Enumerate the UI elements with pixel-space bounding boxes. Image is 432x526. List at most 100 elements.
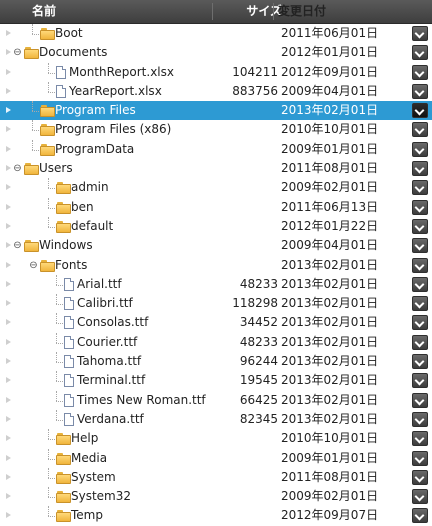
tree-connector [32, 139, 33, 150]
tree-row[interactable]: Program Files 2013年02月01日 [0, 101, 432, 121]
row-indicator-icon [6, 415, 11, 422]
tree-connector [48, 72, 55, 74]
item-name: Verdana.ttf [77, 411, 144, 426]
column-divider[interactable] [212, 3, 213, 20]
tree-row[interactable]: ProgramData 2009年01月01日 [0, 139, 432, 159]
file-icon [64, 393, 74, 407]
item-modified-date: 2013年02月01日 [281, 257, 379, 272]
row-dropdown-button[interactable] [412, 218, 428, 234]
tree-row[interactable]: Boot 2011年06月01日 [0, 24, 432, 43]
row-dropdown-button[interactable] [412, 450, 428, 466]
row-indicator-icon [6, 126, 11, 133]
row-dropdown-button[interactable] [412, 257, 428, 273]
tree-row[interactable]: ⊖ Windows 2009年04月01日 [0, 236, 432, 255]
row-dropdown-button[interactable] [412, 354, 428, 370]
row-dropdown-button[interactable] [412, 26, 428, 41]
tree-connector [56, 274, 57, 285]
tree-connector [48, 226, 55, 228]
collapse-icon[interactable]: ⊖ [13, 48, 22, 58]
row-dropdown-button[interactable] [412, 199, 428, 215]
column-header-date[interactable]: 変更日付 [278, 0, 326, 23]
item-size-cell [218, 24, 278, 43]
tree-connector [48, 497, 55, 499]
row-dropdown-button[interactable] [412, 103, 428, 119]
row-dropdown-button[interactable] [412, 469, 428, 485]
item-modified-date: 2009年02月01日 [281, 180, 379, 195]
tree-connector [48, 516, 55, 518]
tree-row[interactable]: Temp 2012年09月07日 [0, 506, 432, 525]
tree-row[interactable]: default 2012年01月22日 [0, 216, 432, 236]
row-dropdown-button[interactable] [412, 64, 428, 80]
tree-row[interactable]: ben 2011年06月13日 [0, 197, 432, 217]
row-dropdown-button[interactable] [412, 392, 428, 408]
column-divider[interactable] [273, 3, 274, 20]
tree-row[interactable]: System32 2009年02月01日 [0, 487, 432, 506]
column-header-name[interactable]: 名前 [32, 0, 56, 23]
item-modified-date: 2009年04月01日 [281, 238, 379, 253]
tree-row[interactable]: Consolas.ttf 34452 2013年02月01日 [0, 313, 432, 332]
tree-row[interactable]: Verdana.ttf 82345 2013年02月01日 [0, 409, 432, 429]
row-indicator-icon [6, 493, 11, 500]
folder-icon [40, 124, 56, 137]
row-dropdown-button[interactable] [412, 180, 428, 196]
collapse-icon[interactable]: ⊖ [13, 164, 22, 174]
item-size: 34452 [239, 315, 278, 330]
row-dropdown-button[interactable] [412, 315, 428, 331]
row-dropdown-button[interactable] [412, 296, 428, 312]
tree-row[interactable]: Tahoma.ttf 96244 2013年02月01日 [0, 352, 432, 371]
row-dropdown-button[interactable] [412, 411, 428, 427]
tree-row[interactable]: System 2011年08月01日 [0, 467, 432, 487]
row-dropdown-button[interactable] [412, 238, 428, 254]
row-dropdown-button[interactable] [412, 489, 428, 505]
tree-row[interactable]: Terminal.ttf 19545 2013年02月01日 [0, 371, 432, 390]
tree-row[interactable]: YearReport.xlsx 883756 2009年04月01日 [0, 81, 432, 101]
item-size: 104211 [232, 64, 278, 79]
row-dropdown-button[interactable] [412, 161, 428, 177]
item-size-cell [218, 487, 278, 506]
tree-row[interactable]: ⊖ Users 2011年08月01日 [0, 159, 432, 178]
collapse-icon[interactable]: ⊖ [13, 241, 22, 251]
row-dropdown-button[interactable] [412, 45, 428, 61]
folder-icon [56, 201, 72, 214]
row-indicator-icon [6, 145, 11, 152]
tree-row[interactable]: Arial.ttf 48233 2013年02月01日 [0, 274, 432, 294]
file-icon [64, 316, 74, 330]
tree-connector [56, 371, 57, 382]
row-dropdown-button[interactable] [412, 431, 428, 447]
collapse-icon[interactable]: ⊖ [29, 260, 38, 270]
item-modified-date: 2013年02月01日 [281, 334, 379, 349]
tree-row[interactable]: Help 2010年10月01日 [0, 429, 432, 448]
item-modified-date: 2012年01月22日 [281, 218, 379, 233]
tree-row[interactable]: Media 2009年01月01日 [0, 448, 432, 468]
row-dropdown-button[interactable] [412, 373, 428, 389]
item-name: Tahoma.ttf [77, 354, 142, 369]
item-modified-date: 2011年08月01日 [281, 161, 379, 176]
tree-row[interactable]: Calibri.ttf 118298 2013年02月01日 [0, 294, 432, 313]
tree-row[interactable]: Times New Roman.ttf 66425 2013年02月01日 [0, 390, 432, 410]
item-size: 48233 [239, 276, 278, 291]
row-dropdown-button[interactable] [412, 334, 428, 350]
tree-connector [48, 467, 49, 478]
tree-row[interactable]: Program Files (x86) 2010年10月01日 [0, 120, 432, 139]
row-indicator-icon [6, 184, 11, 191]
tree-grid: Boot 2011年06月01日 ⊖ Documents 2012年01月01日 Mont… [0, 24, 432, 526]
row-dropdown-button[interactable] [412, 83, 428, 99]
row-dropdown-button[interactable] [412, 276, 428, 292]
item-modified-date: 2009年02月01日 [281, 489, 379, 504]
row-dropdown-button[interactable] [412, 122, 428, 138]
tree-row[interactable]: Courier.ttf 48233 2013年02月01日 [0, 332, 432, 352]
tree-row[interactable]: ⊖ Fonts 2013年02月01日 [0, 256, 432, 275]
item-name: ProgramData [55, 141, 135, 156]
row-indicator-icon [6, 261, 11, 268]
tree-row[interactable]: admin 2009年02月01日 [0, 178, 432, 197]
row-dropdown-button[interactable] [412, 508, 428, 524]
tree-row[interactable]: ⊖ Documents 2012年01月01日 [0, 43, 432, 62]
tree-connector [48, 477, 55, 479]
tree-row[interactable]: MonthReport.xlsx 104211 2012年09月01日 [0, 62, 432, 82]
item-size-cell [218, 217, 278, 236]
row-indicator-icon [6, 319, 11, 326]
row-indicator-icon [6, 107, 11, 114]
row-dropdown-button[interactable] [412, 141, 428, 157]
item-modified-date: 2011年06月13日 [281, 199, 379, 214]
tree-connector [32, 24, 33, 34]
